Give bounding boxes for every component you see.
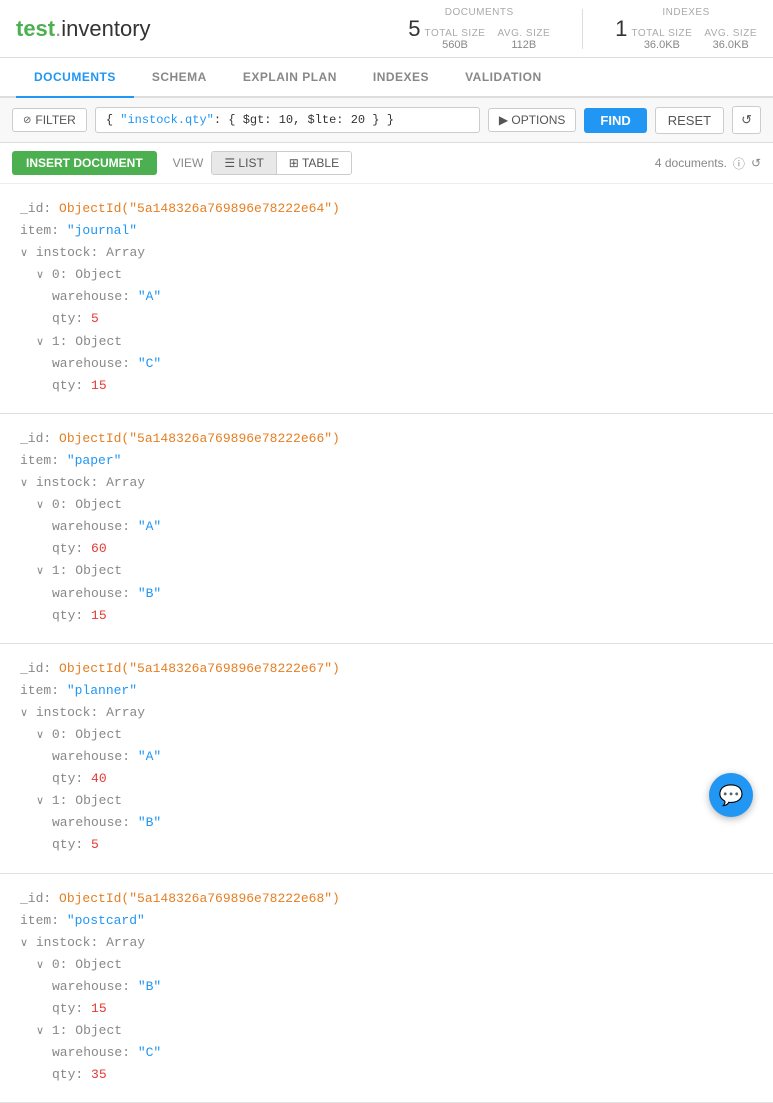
doc3-id-line: _id: ObjectId("5a148326a769896e78222e67"… [20,658,753,680]
documents-label: DOCUMENTS [445,7,514,18]
docs-total-size-value: 560B [442,39,468,51]
tab-documents[interactable]: DOCUMENTS [16,58,134,98]
doc2-item-line: item: "paper" [20,450,753,472]
tab-indexes[interactable]: INDEXES [355,58,447,98]
doc-count-value: 4 documents. [655,156,727,170]
documents-sizes: TOTAL SIZE 560B AVG. SIZE 112B [425,28,551,51]
refresh-icon[interactable]: ↺ [751,156,761,170]
doc1-0-qty: qty: 5 [52,308,753,330]
tab-schema[interactable]: SCHEMA [134,58,225,98]
actions-bar: INSERT DOCUMENT VIEW ☰ LIST ⊞ TABLE 4 do… [0,143,773,184]
doc1-instock-line: ∨ instock: Array [20,242,753,264]
doc1-0-warehouse: warehouse: "A" [52,286,753,308]
indexes-avg-size-label: AVG. SIZE [704,28,757,39]
header-stats: DOCUMENTS 5 TOTAL SIZE 560B AVG. SIZE 11… [408,7,757,51]
document-list: _id: ObjectId("5a148326a769896e78222e64"… [0,184,773,1103]
doc1-1-qty: qty: 15 [52,375,753,397]
doc1-instock-1: ∨ 1: Object [36,331,753,353]
docs-total-size-label: TOTAL SIZE [425,28,486,39]
insert-document-button[interactable]: INSERT DOCUMENT [12,151,157,175]
doc4-instock-1: ∨ 1: Object [36,1020,753,1042]
indexes-total-size: TOTAL SIZE 36.0KB [631,28,692,51]
chat-icon: 💬 [719,783,744,808]
docs-avg-size: AVG. SIZE 112B [497,28,550,51]
doc4-instock-0: ∨ 0: Object [36,954,753,976]
doc4-0-warehouse: warehouse: "B" [52,976,753,998]
doc2-instock-line: ∨ instock: Array [20,472,753,494]
doc3-1-qty: qty: 5 [52,834,753,856]
app-logo: test.inventory [16,16,408,42]
options-button[interactable]: ▶ OPTIONS [488,108,577,132]
doc1-id-line: _id: ObjectId("5a148326a769896e78222e64"… [20,198,753,220]
doc3-instock-1: ∨ 1: Object [36,790,753,812]
doc4-1-qty: qty: 35 [52,1064,753,1086]
table-row: _id: ObjectId("5a148326a769896e78222e64"… [0,184,773,414]
table-row: _id: ObjectId("5a148326a769896e78222e66"… [0,414,773,644]
query-input[interactable]: { "instock.qty": { $gt: 10, $lte: 20 } } [95,107,480,133]
doc4-instock-line: ∨ instock: Array [20,932,753,954]
chat-bubble-button[interactable]: 💬 [709,773,753,817]
toolbar-refresh-button[interactable]: ↺ [732,106,761,134]
doc1-1-warehouse: warehouse: "C" [52,353,753,375]
doc2-1-warehouse: warehouse: "B" [52,583,753,605]
document-count: 4 documents. ⓘ ↺ [655,155,761,172]
doc2-0-warehouse: warehouse: "A" [52,516,753,538]
indexes-stat: INDEXES 1 TOTAL SIZE 36.0KB AVG. SIZE 36… [615,7,757,51]
doc2-id-line: _id: ObjectId("5a148326a769896e78222e66"… [20,428,753,450]
indexes-count: 1 [615,18,627,40]
find-button[interactable]: FIND [584,108,646,133]
filter-label: FILTER [35,113,75,127]
doc4-id-line: _id: ObjectId("5a148326a769896e78222e68"… [20,888,753,910]
stat-divider [582,9,583,49]
table-row: _id: ObjectId("5a148326a769896e78222e68"… [0,874,773,1103]
doc2-instock-1: ∨ 1: Object [36,560,753,582]
table-row: _id: ObjectId("5a148326a769896e78222e67"… [0,644,773,874]
view-toggle: ☰ LIST ⊞ TABLE [211,151,352,175]
tab-validation[interactable]: VALIDATION [447,58,560,98]
indexes-label: INDEXES [662,7,709,18]
query-toolbar: ⊘ FILTER { "instock.qty": { $gt: 10, $lt… [0,98,773,143]
documents-stat: DOCUMENTS 5 TOTAL SIZE 560B AVG. SIZE 11… [408,7,550,51]
reset-button[interactable]: RESET [655,107,724,134]
doc3-instock-line: ∨ instock: Array [20,702,753,724]
tab-bar: DOCUMENTS SCHEMA EXPLAIN PLAN INDEXES VA… [0,58,773,98]
doc3-item-line: item: "planner" [20,680,753,702]
tab-explain-plan[interactable]: EXPLAIN PLAN [225,58,355,98]
doc2-instock-0: ∨ 0: Object [36,494,753,516]
doc1-item-line: item: "journal" [20,220,753,242]
header: test.inventory DOCUMENTS 5 TOTAL SIZE 56… [0,0,773,58]
filter-icon: ⊘ [23,115,31,126]
doc4-0-qty: qty: 15 [52,998,753,1020]
indexes-total-size-label: TOTAL SIZE [631,28,692,39]
doc4-item-line: item: "postcard" [20,910,753,932]
documents-count: 5 [408,18,420,40]
indexes-sizes: TOTAL SIZE 36.0KB AVG. SIZE 36.0KB [631,28,757,51]
indexes-avg-size: AVG. SIZE 36.0KB [704,28,757,51]
docs-avg-size-label: AVG. SIZE [497,28,550,39]
info-icon: ⓘ [733,155,745,172]
doc3-0-warehouse: warehouse: "A" [52,746,753,768]
list-view-button[interactable]: ☰ LIST [212,152,275,174]
logo-inventory: inventory [61,16,150,41]
view-label: VIEW [173,156,204,170]
indexes-avg-size-value: 36.0KB [713,39,749,51]
logo-test: test [16,16,55,41]
doc2-0-qty: qty: 60 [52,538,753,560]
doc2-1-qty: qty: 15 [52,605,753,627]
doc1-instock-0: ∨ 0: Object [36,264,753,286]
indexes-total-size-value: 36.0KB [644,39,680,51]
filter-button[interactable]: ⊘ FILTER [12,108,87,132]
docs-avg-size-value: 112B [511,39,536,51]
table-view-button[interactable]: ⊞ TABLE [276,152,351,174]
doc3-1-warehouse: warehouse: "B" [52,812,753,834]
doc3-0-qty: qty: 40 [52,768,753,790]
doc4-1-warehouse: warehouse: "C" [52,1042,753,1064]
docs-total-size: TOTAL SIZE 560B [425,28,486,51]
doc3-instock-0: ∨ 0: Object [36,724,753,746]
